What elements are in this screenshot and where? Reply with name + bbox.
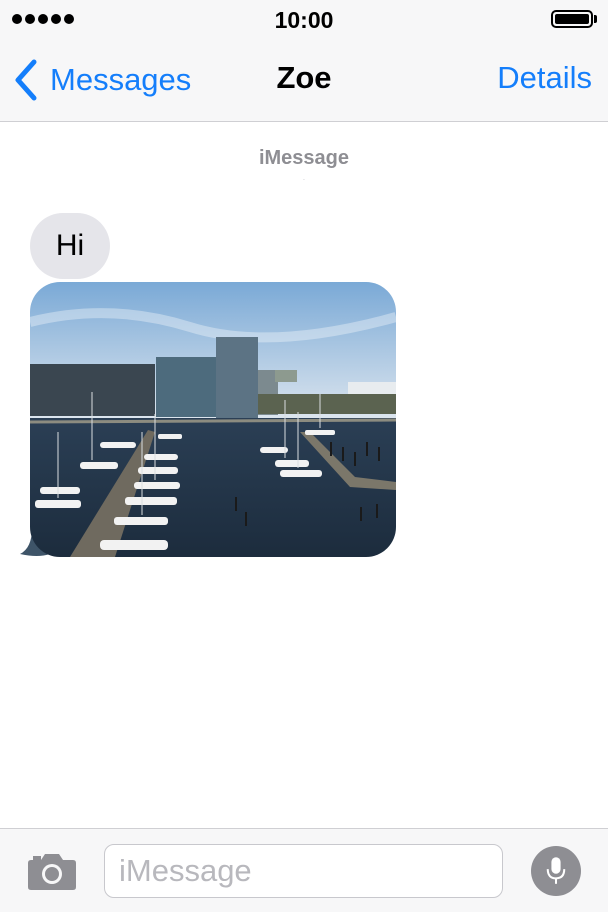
contact-name-title: Zoe — [276, 60, 332, 95]
navigation-bar: Messages Zoe Details — [0, 40, 608, 122]
message-input[interactable] — [104, 844, 503, 898]
message-input-bar — [0, 828, 608, 912]
battery-tip — [594, 15, 597, 23]
back-button-label: Messages — [50, 62, 192, 97]
harbor-photo — [30, 282, 396, 557]
microphone-icon — [546, 857, 566, 884]
back-button[interactable]: Messages — [12, 58, 191, 102]
image-message-bubble[interactable] — [30, 282, 396, 557]
microphone-button[interactable] — [531, 846, 581, 896]
details-button[interactable]: Details — [497, 60, 592, 96]
camera-icon — [28, 854, 76, 890]
status-bar: 10:00 — [0, 0, 608, 40]
battery-full-icon — [551, 10, 593, 28]
message-text: Hi — [55, 229, 85, 262]
service-timestamp-mark: · — [302, 175, 306, 184]
message-bubble-incoming[interactable]: Hi — [30, 213, 110, 279]
chevron-left-icon — [15, 59, 37, 101]
status-time: 10:00 — [274, 7, 334, 33]
camera-button[interactable] — [27, 851, 77, 891]
service-label: iMessage — [258, 147, 350, 169]
